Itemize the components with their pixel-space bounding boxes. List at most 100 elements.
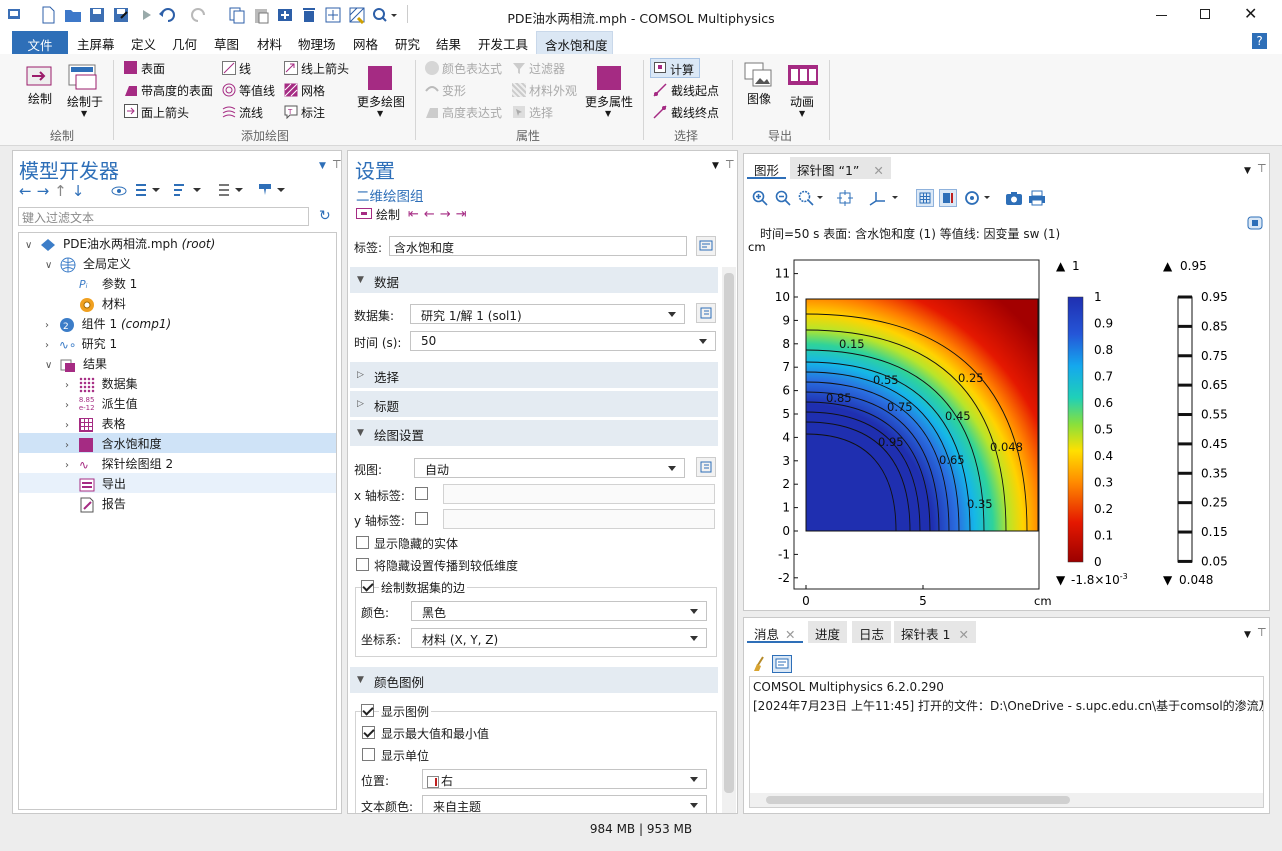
camera-icon[interactable] — [1005, 190, 1023, 206]
animation-button[interactable]: 动画 — [790, 93, 814, 110]
tree-node-water-saturation[interactable]: › 含水饱和度 — [65, 435, 162, 455]
height-surface-button[interactable]: 带高度的表面 — [141, 82, 213, 99]
arrow-surface-button[interactable]: 面上箭头 — [141, 104, 189, 121]
image-export-button[interactable]: 图像 — [747, 90, 771, 107]
dataset-goto-icon[interactable] — [696, 303, 716, 323]
surface-button[interactable]: 表面 — [141, 60, 165, 77]
show-legend-checkbox[interactable] — [361, 704, 374, 717]
show-minmax-checkbox[interactable] — [362, 726, 375, 739]
dataset-select[interactable]: 研究 1/解 1 (sol1) — [410, 304, 685, 324]
panel-menu-icon[interactable]: ▼ — [319, 161, 326, 171]
clear-messages-icon[interactable] — [752, 656, 768, 672]
plot-button[interactable]: 绘制 — [28, 90, 52, 107]
settings-pin-icon[interactable]: ⊤ — [725, 158, 735, 171]
tab-developer[interactable]: 开发工具 — [478, 34, 528, 53]
section-color-legend[interactable]: ▼ 颜色图例 — [350, 667, 718, 693]
tab-messages[interactable]: 消息 ✕ — [747, 621, 803, 643]
tree-node-materials[interactable]: 材料 — [79, 295, 126, 315]
tree-node-study[interactable]: › ∿∘ 研究 1 — [45, 335, 117, 355]
refresh-icon[interactable]: ↻ — [319, 208, 331, 224]
last-node-icon[interactable]: ⇥ — [456, 207, 472, 222]
more-attributes-dropdown-icon[interactable]: ▼ — [605, 109, 611, 118]
tab-physics[interactable]: 物理场 — [298, 34, 336, 53]
cutline-start-button[interactable]: 截线起点 — [671, 82, 719, 99]
section-title[interactable]: ▷ 标题 — [350, 391, 718, 417]
tab-home[interactable]: 主屏幕 — [77, 34, 115, 53]
streamline-button[interactable]: 流线 — [239, 104, 263, 121]
frame-select[interactable]: 材料 (X, Y, Z) — [411, 628, 707, 648]
back-arrow-icon[interactable]: ← — [19, 182, 37, 200]
plot-canvas[interactable]: 11109876543210-1-2 05 0.15 0.55 0.25 0.8… — [744, 238, 1269, 610]
more-attributes-button[interactable]: 更多属性 — [585, 93, 633, 110]
legend-toggle-icon[interactable] — [939, 189, 957, 207]
expand-sections-icon[interactable] — [135, 183, 165, 197]
list-view-icon[interactable] — [218, 183, 248, 197]
edge-color-select[interactable]: 黑色 — [411, 601, 707, 621]
compute-button[interactable]: 计算 — [650, 58, 700, 78]
tree-filter-input[interactable]: 键入过滤文本 — [18, 207, 309, 226]
x-axis-label-input[interactable] — [443, 484, 715, 504]
print-icon[interactable] — [1028, 190, 1046, 206]
close-window-button[interactable]: ✕ — [1244, 5, 1260, 23]
tab-materials[interactable]: 材料 — [257, 34, 282, 53]
up-arrow-icon[interactable]: ↑ — [54, 182, 72, 200]
tree-node-results[interactable]: ∨ 结果 — [45, 355, 107, 375]
tab-results[interactable]: 结果 — [436, 34, 461, 53]
tab-study[interactable]: 研究 — [395, 34, 420, 53]
tab-geometry[interactable]: 几何 — [172, 34, 197, 53]
tree-node-derived-values[interactable]: › 8.85 e-12 派生值 — [65, 395, 138, 415]
text-color-select[interactable]: 来自主题 — [422, 795, 707, 813]
file-menu-button[interactable]: 文件 — [12, 31, 68, 54]
line-plot-button[interactable]: 线 — [239, 60, 251, 77]
add-node-icon[interactable] — [257, 182, 289, 198]
section-plot-settings[interactable]: ▼ 绘图设置 — [350, 420, 718, 446]
arrow-line-button[interactable]: 线上箭头 — [301, 60, 349, 77]
minimize-button[interactable] — [1152, 7, 1172, 23]
view-axes-icon[interactable] — [868, 190, 902, 206]
tab-sketch[interactable]: 草图 — [214, 34, 239, 53]
tab-definitions[interactable]: 定义 — [131, 34, 156, 53]
message-view-icon[interactable] — [772, 655, 792, 673]
filter-button[interactable]: 过滤器 — [529, 60, 565, 77]
more-plots-button[interactable]: 更多绘图 — [357, 93, 405, 110]
propagate-hidden-checkbox[interactable] — [356, 558, 369, 571]
tab-water-saturation-active[interactable]: 含水饱和度 — [536, 31, 613, 54]
message-hscrollbar-thumb[interactable] — [766, 796, 1070, 804]
zoom-in-icon[interactable] — [752, 190, 768, 206]
more-plots-dropdown-icon[interactable]: ▼ — [377, 109, 383, 118]
messages-pin-icon[interactable]: ⊤ — [1257, 626, 1267, 639]
zoom-box-icon[interactable] — [798, 190, 826, 206]
graphics-pin-icon[interactable]: ⊤ — [1257, 162, 1267, 175]
tree-node-report[interactable]: 报告 — [79, 495, 126, 515]
message-hscrollbar[interactable] — [750, 793, 1263, 807]
tree-node-component[interactable]: › 2 组件 1 (comp1) — [45, 315, 171, 335]
tab-probe-table[interactable]: 探针表 1 ✕ — [894, 621, 976, 643]
show-icon[interactable] — [111, 184, 127, 198]
previous-node-icon[interactable]: ← — [424, 207, 440, 222]
tab-log[interactable]: 日志 — [852, 621, 892, 643]
plot-in-button[interactable]: 绘制于 — [67, 93, 103, 110]
mesh-plot-button[interactable]: 网格 — [301, 82, 325, 99]
tab-probe-table-close-icon[interactable]: ✕ — [958, 627, 968, 642]
tree-node-probe-plot-group[interactable]: › ∿ 探针绘图组 2 — [65, 455, 173, 475]
section-selection[interactable]: ▷ 选择 — [350, 362, 718, 388]
settings-scrollbar-thumb[interactable] — [724, 273, 734, 793]
label-input[interactable]: 含水饱和度 — [389, 236, 687, 256]
graphics-info-icon[interactable] — [1247, 216, 1263, 230]
tree-node-global-definitions[interactable]: ∨ 全局定义 — [45, 255, 131, 275]
contour-button[interactable]: 等值线 — [239, 82, 275, 99]
zoom-out-icon[interactable] — [775, 190, 791, 206]
first-node-icon[interactable]: ⇤ — [408, 207, 424, 222]
scene-light-icon[interactable] — [964, 190, 994, 206]
maximize-button[interactable] — [1198, 7, 1218, 23]
height-expression-button[interactable]: 高度表达式 — [442, 104, 502, 121]
show-units-checkbox[interactable] — [362, 748, 375, 761]
annotation-button[interactable]: 标注 — [301, 104, 325, 121]
plot-in-dropdown-icon[interactable]: ▼ — [81, 109, 87, 118]
settings-menu-icon[interactable]: ▼ — [712, 161, 719, 171]
view-select[interactable]: 自动 — [414, 458, 685, 478]
tab-probe-plot[interactable]: 探针图 “1” ✕ — [790, 157, 891, 179]
tab-messages-close-icon[interactable]: ✕ — [785, 627, 795, 642]
tree-node-export[interactable]: 导出 — [79, 475, 126, 495]
messages-menu-icon[interactable]: ▼ — [1244, 630, 1251, 640]
